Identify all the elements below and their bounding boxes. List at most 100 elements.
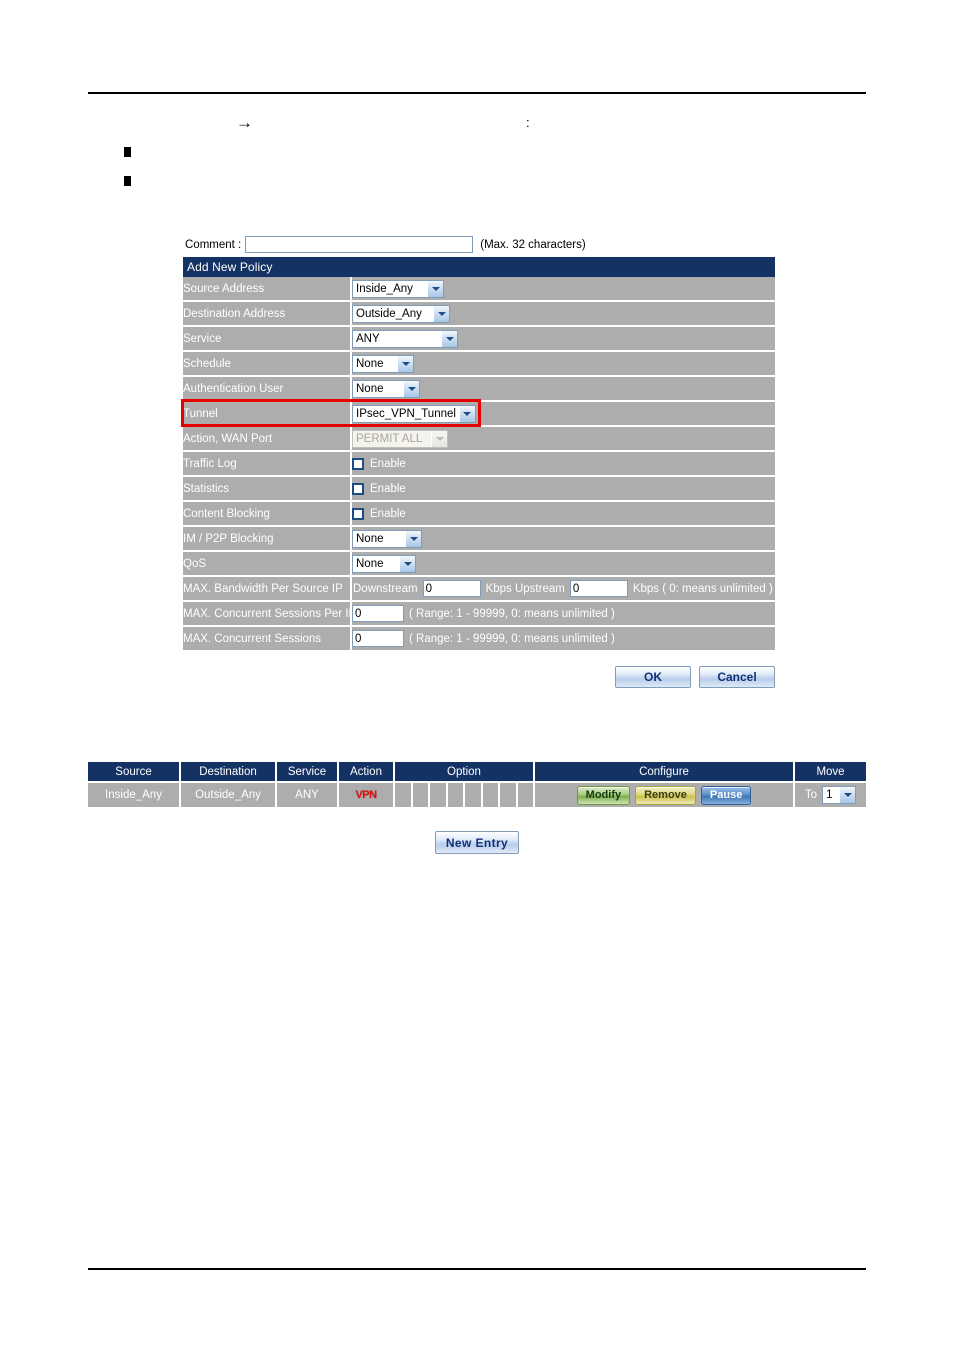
schedule-select[interactable]: None [352,354,414,373]
chevron-down-icon [427,280,443,297]
cell-action: VPN [338,781,395,807]
table-row: Inside_Any Outside_Any ANY VPN Modify Re… [88,781,866,807]
content-blocking-checkbox[interactable] [352,507,364,520]
option-sub-cell [500,783,518,807]
service-select[interactable]: ANY [352,329,458,348]
tunnel-select[interactable]: IPsec_VPN_Tunnel [352,404,476,423]
max-concurrent-sessions-hint: ( Range: 1 - 99999, 0: means unlimited ) [409,632,615,645]
option-sub-cell [395,783,413,807]
form-row-statistics: Statistics Enable [183,476,775,502]
move-position-select-value: 1 [826,789,833,801]
comment-input[interactable] [245,236,474,253]
destination-address-select-value: Outside_Any [356,307,422,320]
column-header-service: Service [276,762,339,782]
column-header-source: Source [88,762,181,782]
action-wan-port-select: PERMIT ALL [352,429,448,448]
move-position-select[interactable]: 1 [822,786,857,804]
form-label-qos: QoS [183,551,352,577]
form-row-service: Service ANY [183,326,775,352]
form-value-authentication-user: None [351,376,775,402]
form-row-source-address: Source Address Inside_Any [183,277,775,302]
remove-button[interactable]: Remove [635,785,696,805]
chevron-down-icon [433,305,449,322]
form-value-traffic-log: Enable [351,451,775,477]
im-p2p-blocking-select[interactable]: None [352,529,422,548]
form-row-max-concurrent-sessions-per-ip: MAX. Concurrent Sessions Per IP ( Range:… [183,601,775,627]
cell-source: Inside_Any [88,781,181,807]
destination-address-select[interactable]: Outside_Any [352,304,450,323]
pause-button[interactable]: Pause [700,785,752,805]
form-value-max-concurrent-sessions: ( Range: 1 - 99999, 0: means unlimited ) [351,626,775,652]
cancel-button[interactable]: Cancel [699,666,775,688]
kbps-unlimited-hint: Kbps ( 0: means unlimited ) [632,582,773,595]
downstream-label: Downstream [353,582,418,595]
form-label-tunnel: Tunnel [183,401,352,427]
form-label-statistics: Statistics [183,476,352,502]
tunnel-select-value: IPsec_VPN_Tunnel [356,407,456,420]
form-row-max-concurrent-sessions: MAX. Concurrent Sessions ( Range: 1 - 99… [183,626,775,652]
traffic-log-checkbox[interactable] [352,457,364,470]
bullet-item-2 [88,167,878,196]
form-label-source-address: Source Address [183,277,352,302]
form-value-statistics: Enable [351,476,775,502]
form-row-action-wan-port: Action, WAN Port PERMIT ALL [183,426,775,452]
traffic-log-enable-label: Enable [370,457,406,470]
bullet-square-icon [124,147,131,157]
cell-configure: Modify Remove Pause [534,781,795,807]
max-concurrent-sessions-per-ip-input[interactable] [352,605,404,622]
form-label-authentication-user: Authentication User [183,376,352,402]
ok-button[interactable]: OK [615,666,691,688]
form-label-destination-address: Destination Address [183,301,352,327]
right-arrow-icon: → [236,113,253,132]
option-sub-cell [518,783,534,807]
form-label-max-bandwidth-per-source-ip: MAX. Bandwidth Per Source IP [183,576,352,602]
form-row-qos: QoS None [183,551,775,577]
form-action-buttons: OK Cancel [183,666,775,688]
add-new-policy-panel: Comment : (Max. 32 characters) Add New P… [183,232,775,652]
form-label-max-concurrent-sessions: MAX. Concurrent Sessions [183,626,352,652]
intro-block: → : [88,108,878,196]
chevron-down-icon [839,787,856,803]
source-address-select[interactable]: Inside_Any [352,279,444,298]
max-concurrent-sessions-input[interactable] [352,630,404,647]
form-row-im-p2p-blocking: IM / P2P Blocking None [183,526,775,552]
source-address-select-value: Inside_Any [356,282,413,295]
form-value-im-p2p-blocking: None [351,526,775,552]
schedule-select-value: None [356,357,384,370]
form-row-max-bandwidth-per-source-ip: MAX. Bandwidth Per Source IP Downstream … [183,576,775,602]
form-row-authentication-user: Authentication User None [183,376,775,402]
authentication-user-select[interactable]: None [352,379,420,398]
chevron-down-icon [405,530,421,547]
policy-list-table: Source Destination Service Action Option… [88,762,866,807]
intro-colon: : [526,115,530,130]
form-value-schedule: None [351,351,775,377]
form-label-schedule: Schedule [183,351,352,377]
policy-form-table: Source Address Inside_Any Destination Ad… [183,277,775,652]
form-value-destination-address: Outside_Any [351,301,775,327]
comment-label: Comment : [185,238,242,251]
content-blocking-enable-label: Enable [370,507,406,520]
vpn-badge-icon: VPN [355,789,377,801]
panel-title: Add New Policy [183,257,775,277]
form-row-tunnel: Tunnel IPsec_VPN_Tunnel [183,401,775,427]
page-bottom-rule [88,1268,866,1270]
qos-select[interactable]: None [352,554,416,573]
statistics-checkbox[interactable] [352,482,364,495]
cell-option [394,781,535,807]
form-label-action-wan-port: Action, WAN Port [183,426,352,452]
form-row-schedule: Schedule None [183,351,775,377]
form-row-content-blocking: Content Blocking Enable [183,501,775,527]
option-sub-cell [413,783,430,807]
downstream-input[interactable] [422,580,481,597]
chevron-down-icon [458,405,475,422]
comment-hint: (Max. 32 characters) [480,238,586,251]
modify-button[interactable]: Modify [576,785,631,805]
column-header-option: Option [394,762,535,782]
form-row-destination-address: Destination Address Outside_Any [183,301,775,327]
form-value-content-blocking: Enable [351,501,775,527]
upstream-input[interactable] [569,580,628,597]
new-entry-button[interactable]: New Entry [434,831,520,854]
statistics-enable-label: Enable [370,482,406,495]
im-p2p-blocking-select-value: None [356,532,384,545]
form-label-content-blocking: Content Blocking [183,501,352,527]
